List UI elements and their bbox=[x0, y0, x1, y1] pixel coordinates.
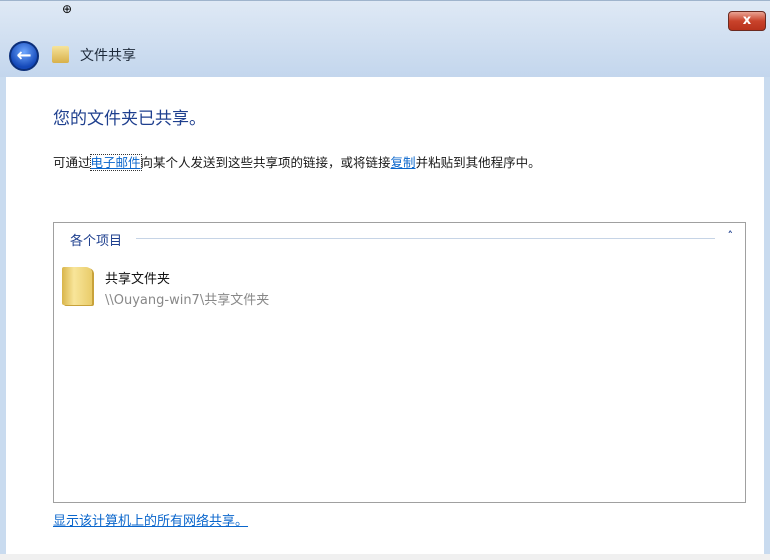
desc-middle: 向某个人发送到这些共享项的链接，或将链接 bbox=[140, 155, 391, 170]
copy-link[interactable]: 复制 bbox=[391, 155, 416, 170]
group-header-label: 各个项目 bbox=[70, 234, 123, 249]
page-heading: 您的文件夹已共享。 bbox=[53, 109, 206, 129]
email-link[interactable]: 电子邮件 bbox=[89, 154, 142, 171]
description: 可通过电子邮件向某个人发送到这些共享项的链接，或将链接复制并粘贴到其他程序中。 bbox=[53, 152, 541, 171]
title-bar bbox=[0, 0, 770, 77]
item-path: \\Ouyang-win7\共享文件夹 bbox=[105, 293, 270, 308]
bottom-bar bbox=[0, 554, 770, 560]
show-all-shares-link[interactable]: 显示该计算机上的所有网络共享。 bbox=[53, 510, 248, 529]
back-button[interactable]: ← bbox=[9, 41, 39, 71]
chevron-up-icon[interactable]: ˄ bbox=[728, 229, 734, 242]
window-title: 文件共享 bbox=[80, 48, 136, 64]
item-name: 共享文件夹 bbox=[105, 272, 171, 287]
shared-items-list[interactable]: 各个项目 ˄ 共享文件夹 \\Ouyang-win7\共享文件夹 bbox=[53, 222, 746, 503]
desc-suffix: 并粘贴到其他程序中。 bbox=[415, 155, 541, 170]
desc-prefix: 可通过 bbox=[53, 155, 91, 170]
magnifier-plus-icon: ⊕ bbox=[62, 2, 73, 16]
folder-icon bbox=[62, 267, 92, 305]
group-divider bbox=[136, 238, 715, 239]
close-button[interactable]: x bbox=[728, 11, 766, 31]
file-sharing-icon bbox=[52, 46, 69, 63]
